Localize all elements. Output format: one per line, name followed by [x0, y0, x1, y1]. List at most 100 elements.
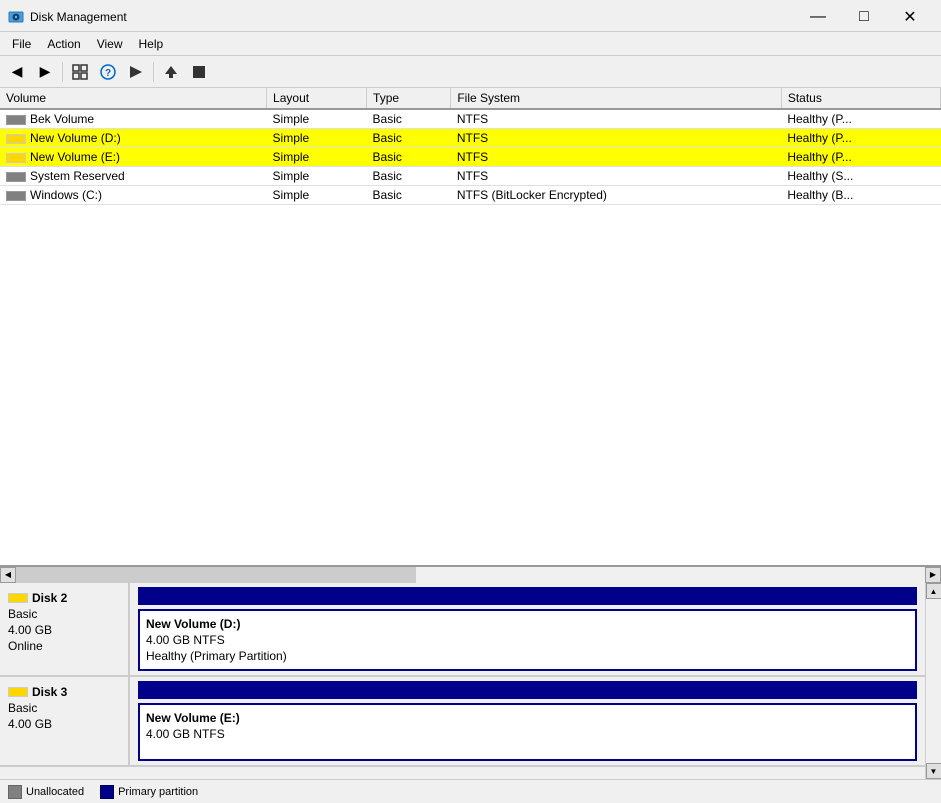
toolbar-back[interactable]: ◀: [4, 60, 30, 84]
col-volume: Volume: [0, 88, 267, 109]
legend: Unallocated Primary partition: [0, 779, 941, 803]
volume-table: Volume Layout Type File System Status Be…: [0, 88, 941, 205]
legend-unallocated: Unallocated: [8, 785, 84, 799]
disk-bar: [138, 681, 917, 699]
disk-icon: [8, 593, 28, 603]
cell-layout: Simple: [267, 148, 367, 167]
close-button[interactable]: ✕: [887, 2, 933, 32]
disk-bar: [138, 587, 917, 605]
cell-fs: NTFS: [451, 129, 781, 148]
menu-help[interactable]: Help: [131, 35, 172, 53]
help-icon: ?: [100, 64, 116, 80]
cell-type: Basic: [367, 129, 451, 148]
disk-label: Disk 2 Basic 4.00 GB Online: [0, 583, 130, 675]
col-status: Status: [781, 88, 940, 109]
cell-status: Healthy (P...: [781, 148, 940, 167]
bottom-scroll-area[interactable]: Disk 2 Basic 4.00 GB Online New Volume (…: [0, 583, 941, 779]
col-fs: File System: [451, 88, 781, 109]
toolbar-stop[interactable]: [186, 60, 212, 84]
toolbar-forward[interactable]: ▶: [32, 60, 58, 84]
disk-size: 4.00 GB: [8, 623, 120, 637]
disk-type: Basic: [8, 701, 120, 715]
disk-row: Disk 2 Basic 4.00 GB Online New Volume (…: [0, 583, 925, 677]
partition-status: Healthy (Primary Partition): [146, 649, 909, 663]
svg-text:?: ?: [105, 68, 111, 79]
toolbar-sep-2: [153, 62, 154, 82]
cell-layout: Simple: [267, 167, 367, 186]
toolbar-arrow[interactable]: [158, 60, 184, 84]
window-title: Disk Management: [30, 10, 127, 24]
cell-layout: Simple: [267, 109, 367, 129]
menu-view[interactable]: View: [89, 35, 131, 53]
partition-box[interactable]: New Volume (E:) 4.00 GB NTFS: [138, 703, 917, 761]
disk-list: Disk 2 Basic 4.00 GB Online New Volume (…: [0, 583, 925, 779]
partition-name: New Volume (E:): [146, 711, 909, 725]
cell-status: Healthy (P...: [781, 109, 940, 129]
cell-layout: Simple: [267, 129, 367, 148]
scroll-left-btn[interactable]: ◀: [0, 567, 16, 583]
table-area[interactable]: Volume Layout Type File System Status Be…: [0, 88, 941, 567]
cell-fs: NTFS: [451, 148, 781, 167]
toolbar-play[interactable]: [123, 60, 149, 84]
app-icon: [8, 9, 24, 25]
cell-type: Basic: [367, 148, 451, 167]
v-scroll-track[interactable]: [926, 599, 941, 763]
disk-content: New Volume (E:) 4.00 GB NTFS: [130, 677, 925, 765]
cell-volume: System Reserved: [0, 167, 267, 186]
partition-name: New Volume (D:): [146, 617, 909, 631]
scroll-down-btn[interactable]: ▼: [926, 763, 941, 779]
legend-primary-color: [100, 785, 114, 799]
col-type: Type: [367, 88, 451, 109]
cell-type: Basic: [367, 167, 451, 186]
maximize-button[interactable]: □: [841, 2, 887, 32]
legend-unallocated-label: Unallocated: [26, 786, 84, 798]
partition-box[interactable]: New Volume (D:) 4.00 GB NTFS Healthy (Pr…: [138, 609, 917, 671]
toolbar-sep-1: [62, 62, 63, 82]
cell-fs: NTFS: [451, 167, 781, 186]
cell-status: Healthy (P...: [781, 129, 940, 148]
title-bar: Disk Management — □ ✕: [0, 0, 941, 32]
toolbar-help[interactable]: ?: [95, 60, 121, 84]
grid-icon: [72, 64, 88, 80]
minimize-button[interactable]: —: [795, 2, 841, 32]
disk-content: New Volume (D:) 4.00 GB NTFS Healthy (Pr…: [130, 583, 925, 675]
table-row[interactable]: New Volume (D:) Simple Basic NTFS Health…: [0, 129, 941, 148]
cell-fs: NTFS: [451, 109, 781, 129]
table-header: Volume Layout Type File System Status: [0, 88, 941, 109]
partition-fs: 4.00 GB NTFS: [146, 633, 909, 647]
disk-type: Basic: [8, 607, 120, 621]
menu-file[interactable]: File: [4, 35, 39, 53]
toolbar-grid[interactable]: [67, 60, 93, 84]
disk-status: Online: [8, 639, 120, 653]
disk-row: Disk 3 Basic 4.00 GB New Volume (E:) 4.0…: [0, 677, 925, 767]
partition-fs: 4.00 GB NTFS: [146, 727, 909, 741]
table-row[interactable]: Bek Volume Simple Basic NTFS Healthy (P.…: [0, 109, 941, 129]
title-bar-controls: — □ ✕: [795, 2, 933, 32]
h-scrollbar[interactable]: ◀ ▶: [0, 567, 941, 583]
cell-volume: New Volume (E:): [0, 148, 267, 167]
menu-bar: File Action View Help: [0, 32, 941, 56]
cell-fs: NTFS (BitLocker Encrypted): [451, 186, 781, 205]
disk-label-title: Disk 3: [8, 685, 120, 699]
v-scrollbar[interactable]: ▲ ▼: [925, 583, 941, 779]
cell-status: Healthy (B...: [781, 186, 940, 205]
cell-type: Basic: [367, 186, 451, 205]
scroll-right-btn[interactable]: ▶: [925, 567, 941, 583]
cell-volume: New Volume (D:): [0, 129, 267, 148]
disk-label: Disk 3 Basic 4.00 GB: [0, 677, 130, 765]
table-row[interactable]: System Reserved Simple Basic NTFS Health…: [0, 167, 941, 186]
table-body: Bek Volume Simple Basic NTFS Healthy (P.…: [0, 109, 941, 205]
legend-primary: Primary partition: [100, 785, 198, 799]
table-row[interactable]: Windows (C:) Simple Basic NTFS (BitLocke…: [0, 186, 941, 205]
table-row[interactable]: New Volume (E:) Simple Basic NTFS Health…: [0, 148, 941, 167]
disk-name: Disk 3: [32, 685, 67, 699]
legend-primary-label: Primary partition: [118, 786, 198, 798]
scroll-track[interactable]: [16, 567, 925, 583]
title-bar-left: Disk Management: [8, 9, 127, 25]
scroll-thumb: [16, 567, 416, 583]
disk-label-title: Disk 2: [8, 591, 120, 605]
scroll-up-btn[interactable]: ▲: [926, 583, 941, 599]
menu-action[interactable]: Action: [39, 35, 88, 53]
col-layout: Layout: [267, 88, 367, 109]
play-icon: [128, 64, 144, 80]
